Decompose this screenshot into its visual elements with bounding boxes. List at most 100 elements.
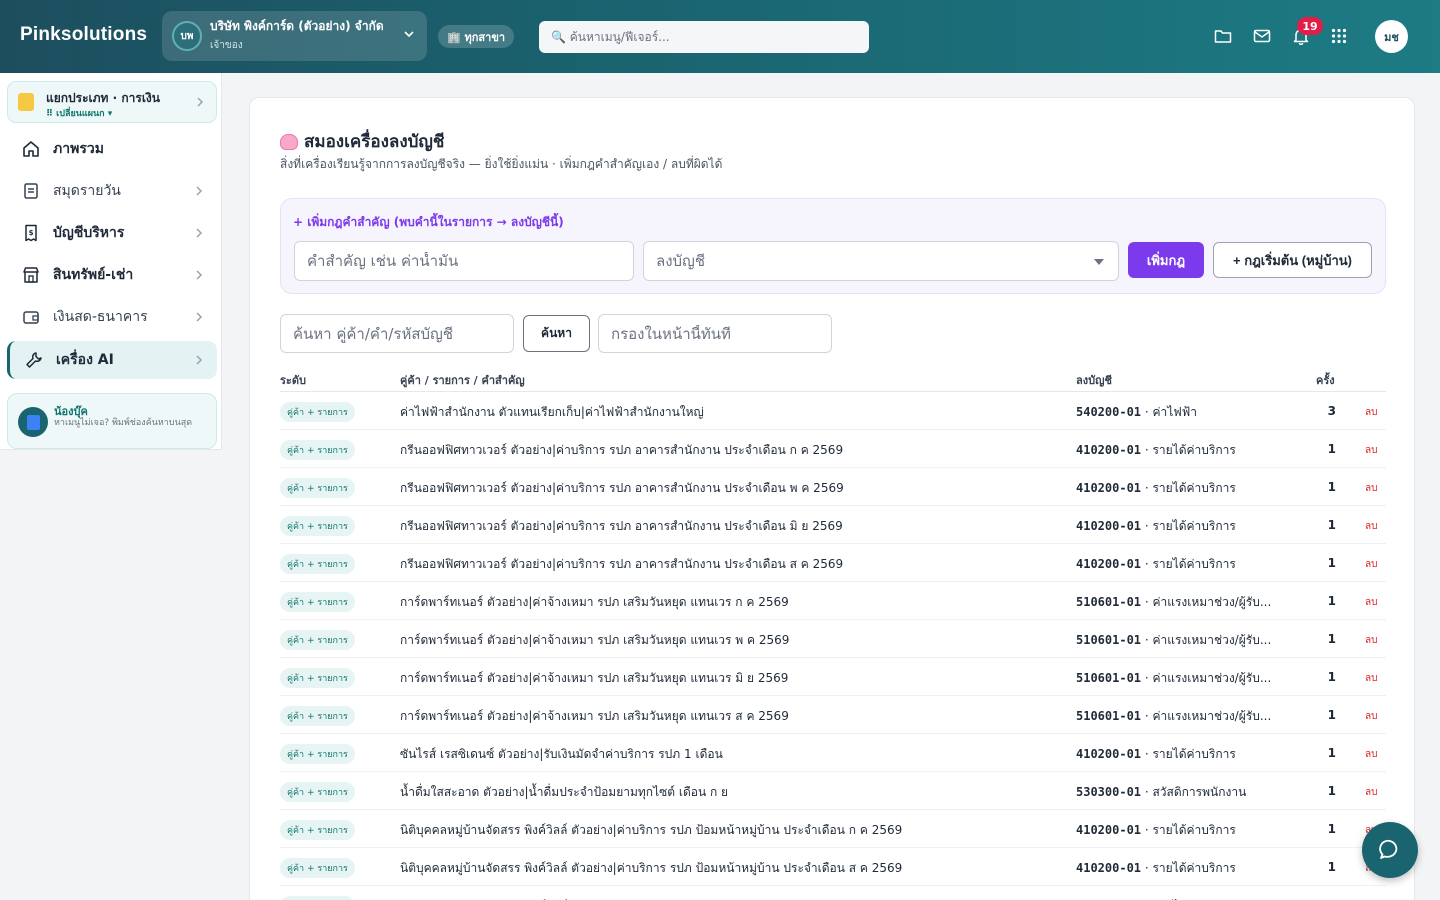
chevron-right-icon — [197, 97, 204, 107]
account-name: · รายได้ค่าบริการ — [1141, 861, 1236, 875]
delete-link[interactable]: ลบ — [1365, 595, 1377, 610]
sidebar-item-cash-bank[interactable]: เงินสด-ธนาคาร — [7, 298, 217, 336]
table-row: คู่ค้า + รายการ กรีนออฟฟิศทาวเวอร์ ตัวอย่… — [280, 544, 1386, 582]
page-title: สมองเครื่องลงบัญชี — [280, 128, 444, 155]
assistant-helper[interactable]: น้องบุ๊ค หาเมนูไม่เจอ? พิมพ์ช่องค้นหาบนส… — [7, 393, 217, 449]
department-switcher[interactable]: แยกประเภท · การเงิน ⠿ เปลี่ยนแผนก ▾ — [7, 81, 217, 123]
account-code: 410200-01 — [1076, 481, 1142, 495]
main-card: สมองเครื่องลงบัญชี สิ่งที่เครื่องเรียนรู… — [249, 97, 1415, 900]
column-level: ระดับ — [280, 374, 306, 387]
invoice-icon: $ — [21, 223, 41, 243]
table-row: คู่ค้า + รายการ กรีนออฟฟิศทาวเวอร์ ตัวอย่… — [280, 468, 1386, 506]
level-badge: คู่ค้า + รายการ — [280, 896, 355, 900]
account-cell: 540200-01 · ค่าไฟฟ้า — [1076, 403, 1197, 422]
level-badge: คู่ค้า + รายการ — [280, 820, 355, 840]
chevron-right-icon — [196, 228, 203, 238]
account-code: 510601-01 — [1076, 709, 1142, 723]
delete-link[interactable]: ลบ — [1365, 671, 1377, 686]
delete-link[interactable]: ลบ — [1365, 633, 1377, 648]
delete-link[interactable]: ลบ — [1365, 785, 1377, 800]
account-cell: 410200-01 · รายได้ค่าบริการ — [1076, 517, 1236, 536]
branch-selector[interactable]: 🏢 ทุกสาขา — [438, 25, 515, 48]
keyword-field[interactable] — [294, 241, 634, 281]
sidebar-item-overview[interactable]: ภาพรวม — [7, 130, 217, 168]
level-badge: คู่ค้า + รายการ — [280, 402, 355, 422]
usage-count: 1 — [1327, 860, 1336, 874]
add-rule-button[interactable]: เพิ่มกฎ — [1128, 242, 1204, 278]
add-rule-panel: + เพิ่มกฎคำสำคัญ (พบคำนี้ในรายการ → ลงบั… — [280, 198, 1386, 294]
delete-link[interactable]: ลบ — [1365, 481, 1377, 496]
sidebar-item-assets[interactable]: สินทรัพย์-เช่า — [7, 256, 217, 294]
mail-icon[interactable] — [1252, 26, 1272, 46]
global-search[interactable] — [539, 21, 869, 53]
company-logo: บพ — [172, 21, 202, 51]
party-text: การ์ดพาร์ทเนอร์ ตัวอย่าง|ค่าจ้างเหมา รปภ… — [400, 595, 789, 609]
usage-count: 1 — [1327, 480, 1336, 494]
brand-logo[interactable]: Pinksolutions — [20, 24, 147, 46]
usage-count: 1 — [1327, 632, 1336, 646]
company-role: เจ้าของ — [210, 40, 243, 51]
account-cell: 510601-01 · ค่าแรงเหมาช่วง/ผู้รับ... — [1076, 631, 1271, 650]
sidebar-item-management-accounts[interactable]: $ บัญชีบริหาร — [7, 214, 217, 252]
page-subtitle: สิ่งที่เครื่องเรียนรู้จากการลงบัญชีจริง … — [280, 157, 723, 171]
level-badge: คู่ค้า + รายการ — [280, 782, 355, 802]
delete-link[interactable]: ลบ — [1365, 443, 1377, 458]
account-name: · ค่าแรงเหมาช่วง/ผู้รับ... — [1141, 709, 1272, 723]
party-text: กรีนออฟฟิศทาวเวอร์ ตัวอย่าง|ค่าบริการ รป… — [400, 443, 844, 457]
delete-link[interactable]: ลบ — [1365, 519, 1377, 534]
search-field[interactable] — [280, 314, 514, 353]
sidebar-item-journal[interactable]: สมุดรายวัน — [7, 172, 217, 210]
sidebar-item-ai-tools[interactable]: เครื่อง AI — [7, 341, 217, 379]
user-avatar[interactable]: มช — [1375, 20, 1408, 53]
account-code: 410200-01 — [1076, 747, 1142, 761]
wallet-icon — [21, 307, 41, 327]
account-cell: 410200-01 · รายได้ค่าบริการ — [1076, 821, 1236, 840]
delete-link[interactable]: ลบ — [1365, 709, 1377, 724]
level-badge: คู่ค้า + รายการ — [280, 668, 355, 688]
sidebar-item-label: เครื่อง AI — [56, 352, 114, 368]
department-switch-link[interactable]: ⠿ เปลี่ยนแผนก ▾ — [46, 106, 112, 120]
assistant-hint: หาเมนูไม่เจอ? พิมพ์ช่องค้นหาบนสุด — [54, 418, 193, 428]
book-icon — [18, 407, 48, 437]
chat-bubble-icon — [1379, 839, 1398, 859]
account-name: · รายได้ค่าบริการ — [1141, 481, 1236, 495]
search-rules-input[interactable] — [293, 324, 513, 343]
chevron-right-icon — [196, 312, 203, 322]
folder-icon[interactable] — [1213, 26, 1233, 46]
filter-field[interactable] — [598, 314, 832, 353]
account-code: 510601-01 — [1076, 633, 1142, 647]
keyword-input[interactable] — [307, 252, 633, 270]
sidebar-item-label: สินทรัพย์-เช่า — [53, 267, 134, 283]
usage-count: 1 — [1327, 556, 1336, 570]
delete-link[interactable]: ลบ — [1365, 557, 1377, 572]
table-row: คู่ค้า + รายการนิติบุคคลหมู่บ้านจัดสรร พ… — [280, 886, 1386, 900]
add-rule-title: + เพิ่มกฎคำสำคัญ (พบคำนี้ในรายการ → ลงบั… — [293, 215, 564, 229]
account-cell: 410200-01 · รายได้ค่าบริการ — [1076, 441, 1236, 460]
account-code: 530300-01 — [1076, 785, 1142, 799]
account-name: · รายได้ค่าบริการ — [1141, 519, 1236, 533]
usage-count: 1 — [1327, 822, 1336, 836]
chat-button[interactable] — [1362, 822, 1418, 878]
delete-link[interactable]: ลบ — [1365, 747, 1377, 762]
account-code: 410200-01 — [1076, 519, 1142, 533]
company-switcher[interactable]: บพ บริษัท พิงค์การ์ด (ตัวอย่าง) จำกัด เจ… — [162, 11, 427, 61]
search-button[interactable]: ค้นหา — [523, 315, 590, 352]
account-code: 410200-01 — [1076, 823, 1142, 837]
apps-grid-icon[interactable] — [1329, 26, 1349, 46]
account-cell: 510601-01 · ค่าแรงเหมาช่วง/ผู้รับ... — [1076, 707, 1271, 726]
table-row: คู่ค้า + รายการ การ์ดพาร์ทเนอร์ ตัวอย่าง|… — [280, 620, 1386, 658]
table-row: คู่ค้า + รายการ กรีนออฟฟิศทาวเวอร์ ตัวอย่… — [280, 430, 1386, 468]
sidebar-item-label: ภาพรวม — [53, 141, 104, 157]
account-select[interactable]: ลงบัญชี — [643, 241, 1119, 281]
filter-input[interactable] — [611, 324, 831, 343]
account-name: · รายได้ค่าบริการ — [1141, 443, 1236, 457]
account-name: · รายได้ค่าบริการ — [1141, 557, 1236, 571]
delete-link[interactable]: ลบ — [1365, 405, 1377, 420]
sidebar-item-label: เงินสด-ธนาคาร — [53, 309, 148, 325]
table-row: คู่ค้า + รายการ ค่าไฟฟ้าสำนักงาน ตัวแทนเร… — [280, 392, 1386, 430]
starter-rules-button[interactable]: + กฎเริ่มต้น (หมู่บ้าน) — [1213, 242, 1372, 278]
search-input[interactable] — [551, 30, 841, 44]
home-icon — [21, 139, 41, 159]
account-cell: 410200-01 · รายได้ค่าบริการ — [1076, 745, 1236, 764]
party-text: ซันไรส์ เรสซิเดนซ์ ตัวอย่าง|รับเงินมัดจำ… — [400, 747, 723, 761]
